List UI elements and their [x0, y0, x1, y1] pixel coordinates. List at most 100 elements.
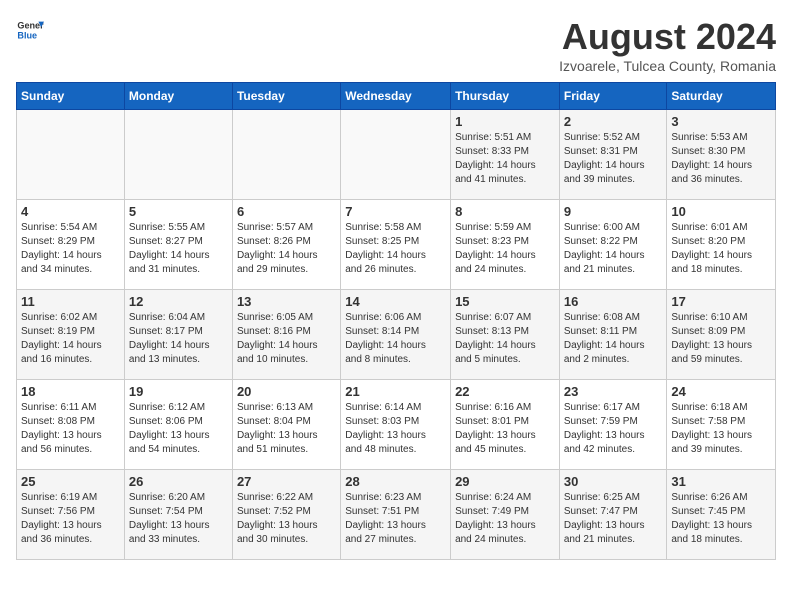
day-number: 16	[564, 294, 663, 309]
calendar-cell: 29 Sunrise: 6:24 AM Sunset: 7:49 PM Dayli…	[451, 470, 560, 560]
day-info: Sunrise: 5:53 AM Sunset: 8:30 PM Dayligh…	[671, 131, 771, 187]
day-number: 5	[129, 204, 228, 219]
calendar-cell: 28 Sunrise: 6:23 AM Sunset: 7:51 PM Dayli…	[341, 470, 451, 560]
calendar-week-5: 25 Sunrise: 6:19 AM Sunset: 7:56 PM Dayli…	[17, 470, 776, 560]
day-info: Sunrise: 6:05 AM Sunset: 8:16 PM Dayligh…	[237, 311, 336, 367]
day-info: Sunrise: 6:25 AM Sunset: 7:47 PM Dayligh…	[564, 491, 663, 547]
day-number: 22	[455, 384, 555, 399]
logo: General Blue	[16, 16, 44, 44]
day-header-saturday: Saturday	[667, 83, 776, 110]
calendar-cell: 30 Sunrise: 6:25 AM Sunset: 7:47 PM Dayli…	[559, 470, 667, 560]
calendar-cell: 23 Sunrise: 6:17 AM Sunset: 7:59 PM Dayli…	[559, 380, 667, 470]
day-number: 12	[129, 294, 228, 309]
day-info: Sunrise: 5:52 AM Sunset: 8:31 PM Dayligh…	[564, 131, 663, 187]
day-info: Sunrise: 5:51 AM Sunset: 8:33 PM Dayligh…	[455, 131, 555, 187]
day-info: Sunrise: 6:10 AM Sunset: 8:09 PM Dayligh…	[671, 311, 771, 367]
day-info: Sunrise: 6:20 AM Sunset: 7:54 PM Dayligh…	[129, 491, 228, 547]
day-number: 25	[21, 474, 120, 489]
day-header-sunday: Sunday	[17, 83, 125, 110]
calendar-cell: 16 Sunrise: 6:08 AM Sunset: 8:11 PM Dayli…	[559, 290, 667, 380]
day-header-monday: Monday	[124, 83, 232, 110]
calendar-cell: 31Sunrise: 6:26 AM Sunset: 7:45 PM Dayli…	[667, 470, 776, 560]
day-number: 23	[564, 384, 663, 399]
calendar-header-row: SundayMondayTuesdayWednesdayThursdayFrid…	[17, 83, 776, 110]
calendar-cell: 12 Sunrise: 6:04 AM Sunset: 8:17 PM Dayli…	[124, 290, 232, 380]
calendar-cell: 22Sunrise: 6:16 AM Sunset: 8:01 PM Dayli…	[451, 380, 560, 470]
day-info: Sunrise: 6:18 AM Sunset: 7:58 PM Dayligh…	[671, 401, 771, 457]
day-info: Sunrise: 6:24 AM Sunset: 7:49 PM Dayligh…	[455, 491, 555, 547]
day-info: Sunrise: 6:26 AM Sunset: 7:45 PM Dayligh…	[671, 491, 771, 547]
day-number: 19	[129, 384, 228, 399]
day-number: 2	[564, 114, 663, 129]
calendar-table: SundayMondayTuesdayWednesdayThursdayFrid…	[16, 82, 776, 560]
calendar-cell: 9 Sunrise: 6:00 AM Sunset: 8:22 PM Daylig…	[559, 200, 667, 290]
day-number: 4	[21, 204, 120, 219]
day-number: 6	[237, 204, 336, 219]
location-subtitle: Izvoarele, Tulcea County, Romania	[559, 58, 776, 74]
calendar-cell: 21 Sunrise: 6:14 AM Sunset: 8:03 PM Dayli…	[341, 380, 451, 470]
day-number: 17	[671, 294, 771, 309]
calendar-cell: 6 Sunrise: 5:57 AM Sunset: 8:26 PM Daylig…	[232, 200, 340, 290]
day-info: Sunrise: 6:02 AM Sunset: 8:19 PM Dayligh…	[21, 311, 120, 367]
day-info: Sunrise: 6:01 AM Sunset: 8:20 PM Dayligh…	[671, 221, 771, 277]
calendar-cell: 18 Sunrise: 6:11 AM Sunset: 8:08 PM Dayli…	[17, 380, 125, 470]
calendar-week-3: 11Sunrise: 6:02 AM Sunset: 8:19 PM Dayli…	[17, 290, 776, 380]
day-header-thursday: Thursday	[451, 83, 560, 110]
day-info: Sunrise: 6:23 AM Sunset: 7:51 PM Dayligh…	[345, 491, 446, 547]
day-info: Sunrise: 6:06 AM Sunset: 8:14 PM Dayligh…	[345, 311, 446, 367]
day-number: 15	[455, 294, 555, 309]
day-number: 18	[21, 384, 120, 399]
calendar-cell	[124, 110, 232, 200]
day-info: Sunrise: 6:07 AM Sunset: 8:13 PM Dayligh…	[455, 311, 555, 367]
calendar-cell: 10 Sunrise: 6:01 AM Sunset: 8:20 PM Dayli…	[667, 200, 776, 290]
day-number: 3	[671, 114, 771, 129]
calendar-cell: 25 Sunrise: 6:19 AM Sunset: 7:56 PM Dayli…	[17, 470, 125, 560]
calendar-cell: 5 Sunrise: 5:55 AM Sunset: 8:27 PM Daylig…	[124, 200, 232, 290]
header: General Blue August 2024 Izvoarele, Tulc…	[16, 16, 776, 74]
calendar-cell: 14Sunrise: 6:06 AM Sunset: 8:14 PM Dayli…	[341, 290, 451, 380]
day-info: Sunrise: 6:19 AM Sunset: 7:56 PM Dayligh…	[21, 491, 120, 547]
calendar-cell: 26 Sunrise: 6:20 AM Sunset: 7:54 PM Dayli…	[124, 470, 232, 560]
calendar-cell	[17, 110, 125, 200]
day-info: Sunrise: 6:17 AM Sunset: 7:59 PM Dayligh…	[564, 401, 663, 457]
day-info: Sunrise: 5:59 AM Sunset: 8:23 PM Dayligh…	[455, 221, 555, 277]
calendar-cell: 3 Sunrise: 5:53 AM Sunset: 8:30 PM Daylig…	[667, 110, 776, 200]
day-info: Sunrise: 5:55 AM Sunset: 8:27 PM Dayligh…	[129, 221, 228, 277]
day-number: 7	[345, 204, 446, 219]
day-number: 10	[671, 204, 771, 219]
day-info: Sunrise: 5:54 AM Sunset: 8:29 PM Dayligh…	[21, 221, 120, 277]
day-info: Sunrise: 5:58 AM Sunset: 8:25 PM Dayligh…	[345, 221, 446, 277]
calendar-week-4: 18 Sunrise: 6:11 AM Sunset: 8:08 PM Dayli…	[17, 380, 776, 470]
day-number: 30	[564, 474, 663, 489]
calendar-cell: 15 Sunrise: 6:07 AM Sunset: 8:13 PM Dayli…	[451, 290, 560, 380]
day-number: 26	[129, 474, 228, 489]
calendar-cell: 1Sunrise: 5:51 AM Sunset: 8:33 PM Daylig…	[451, 110, 560, 200]
day-header-wednesday: Wednesday	[341, 83, 451, 110]
day-number: 27	[237, 474, 336, 489]
day-number: 28	[345, 474, 446, 489]
calendar-cell	[341, 110, 451, 200]
calendar-cell: 8Sunrise: 5:59 AM Sunset: 8:23 PM Daylig…	[451, 200, 560, 290]
calendar-cell: 7 Sunrise: 5:58 AM Sunset: 8:25 PM Daylig…	[341, 200, 451, 290]
day-info: Sunrise: 6:08 AM Sunset: 8:11 PM Dayligh…	[564, 311, 663, 367]
day-info: Sunrise: 5:57 AM Sunset: 8:26 PM Dayligh…	[237, 221, 336, 277]
day-info: Sunrise: 6:04 AM Sunset: 8:17 PM Dayligh…	[129, 311, 228, 367]
day-info: Sunrise: 6:00 AM Sunset: 8:22 PM Dayligh…	[564, 221, 663, 277]
calendar-cell: 4 Sunrise: 5:54 AM Sunset: 8:29 PM Daylig…	[17, 200, 125, 290]
day-number: 29	[455, 474, 555, 489]
day-number: 21	[345, 384, 446, 399]
day-info: Sunrise: 6:12 AM Sunset: 8:06 PM Dayligh…	[129, 401, 228, 457]
calendar-cell: 20Sunrise: 6:13 AM Sunset: 8:04 PM Dayli…	[232, 380, 340, 470]
day-number: 24	[671, 384, 771, 399]
day-number: 9	[564, 204, 663, 219]
day-info: Sunrise: 6:22 AM Sunset: 7:52 PM Dayligh…	[237, 491, 336, 547]
day-info: Sunrise: 6:11 AM Sunset: 8:08 PM Dayligh…	[21, 401, 120, 457]
logo-icon: General Blue	[16, 16, 44, 44]
calendar-cell: 19 Sunrise: 6:12 AM Sunset: 8:06 PM Dayli…	[124, 380, 232, 470]
day-number: 13	[237, 294, 336, 309]
day-info: Sunrise: 6:13 AM Sunset: 8:04 PM Dayligh…	[237, 401, 336, 457]
day-info: Sunrise: 6:14 AM Sunset: 8:03 PM Dayligh…	[345, 401, 446, 457]
month-year-title: August 2024	[559, 16, 776, 58]
calendar-cell: 27 Sunrise: 6:22 AM Sunset: 7:52 PM Dayli…	[232, 470, 340, 560]
calendar-cell	[232, 110, 340, 200]
